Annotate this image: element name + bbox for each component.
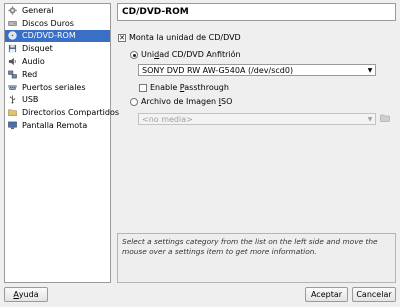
- usb-icon: [8, 95, 17, 105]
- passthrough-checkbox[interactable]: [139, 84, 147, 92]
- passthrough-label[interactable]: Enable Passthrough: [150, 83, 229, 92]
- floppy-icon: [8, 44, 17, 53]
- iso-image-select[interactable]: <no media> ▼: [138, 113, 376, 125]
- mount-cd-checkbox[interactable]: ✕: [118, 34, 126, 42]
- help-button[interactable]: Ayuda: [4, 287, 48, 302]
- info-description: Select a settings category from the list…: [117, 233, 396, 283]
- sidebar-item-label: General: [22, 5, 54, 15]
- shared-folder-icon: [8, 108, 17, 117]
- sidebar-item-label: USB: [22, 95, 39, 105]
- sidebar-item-label: Disquet: [22, 44, 53, 54]
- gear-icon: [8, 6, 17, 15]
- sidebar-item-label: Discos Duros: [22, 18, 74, 28]
- sidebar-item-label: CD/DVD-ROM: [22, 31, 76, 41]
- chevron-down-icon: ▼: [367, 66, 373, 74]
- sidebar-item-shared-folders[interactable]: Directorios Compartidos: [5, 106, 119, 119]
- sidebar-item-network[interactable]: Red: [5, 68, 110, 81]
- sidebar-item-label: Audio: [22, 57, 45, 67]
- iso-image-value: <no media>: [142, 114, 193, 124]
- sidebar-item-usb[interactable]: USB: [5, 94, 110, 107]
- host-drive-select[interactable]: SONY DVD RW AW-G540A (/dev/scd0) ▼: [138, 64, 376, 76]
- sidebar-item-hard-disks[interactable]: Discos Duros: [5, 17, 110, 30]
- host-drive-value: SONY DVD RW AW-G540A (/dev/scd0): [142, 65, 294, 75]
- chevron-down-icon: ▼: [367, 115, 373, 123]
- browse-iso-button[interactable]: [379, 114, 391, 124]
- hard-disk-icon: [8, 19, 17, 28]
- remote-display-icon: [8, 121, 17, 130]
- network-icon: [8, 70, 17, 79]
- cancel-button[interactable]: Cancelar: [352, 287, 396, 302]
- host-drive-label[interactable]: Unidad CD/DVD Anfitrión: [141, 50, 241, 59]
- sidebar-item-label: Red: [22, 69, 38, 79]
- settings-category-list[interactable]: General Discos Duros CD/DVD-ROM Disquet …: [4, 3, 119, 283]
- cdrom-icon: [8, 31, 17, 41]
- ok-button[interactable]: Aceptar: [305, 287, 348, 302]
- serial-port-icon: [8, 83, 17, 92]
- sidebar-item-floppy[interactable]: Disquet: [5, 42, 110, 55]
- sidebar-item-audio[interactable]: Audio: [5, 55, 110, 68]
- speaker-icon: [8, 57, 17, 66]
- sidebar-item-label: Puertos seriales: [22, 82, 86, 92]
- folder-icon: [380, 114, 390, 124]
- sidebar-item-label: Pantalla Remota: [22, 121, 88, 131]
- page-title: CD/DVD-ROM: [117, 3, 396, 21]
- mount-cd-label[interactable]: Monta la unidad de CD/DVD: [129, 33, 241, 42]
- sidebar-item-general[interactable]: General: [5, 4, 110, 17]
- host-drive-radio[interactable]: [130, 51, 138, 59]
- sidebar-item-label: Directorios Compartidos: [22, 108, 120, 118]
- sidebar-item-serial-ports[interactable]: Puertos seriales: [5, 81, 110, 94]
- iso-image-label[interactable]: Archivo de Imagen ISO: [141, 97, 232, 106]
- sidebar-item-cdrom[interactable]: CD/DVD-ROM: [5, 29, 110, 43]
- sidebar-item-remote-display[interactable]: Pantalla Remota: [5, 119, 110, 132]
- iso-image-radio[interactable]: [130, 98, 138, 106]
